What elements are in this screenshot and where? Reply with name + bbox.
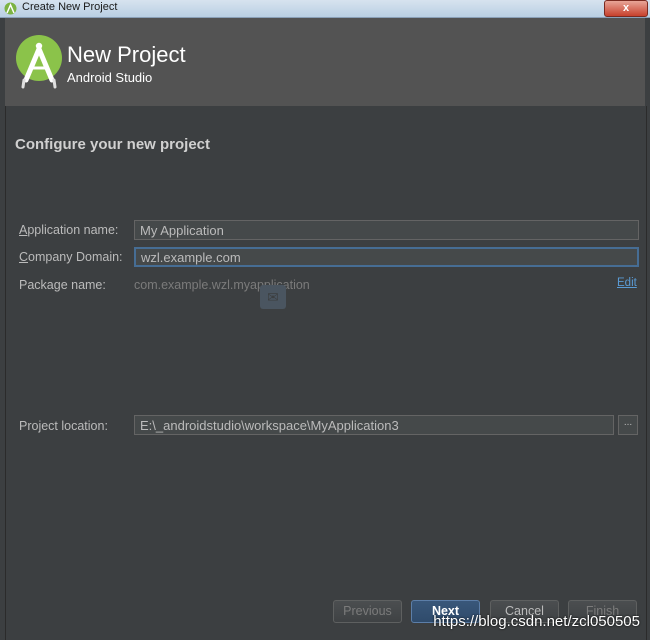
package-name-label: Package name: bbox=[19, 278, 106, 292]
android-studio-icon bbox=[4, 2, 17, 15]
company-domain-input[interactable]: wzl.example.com bbox=[134, 247, 639, 267]
project-location-input[interactable]: E:\_androidstudio\workspace\MyApplicatio… bbox=[134, 415, 614, 435]
edit-package-link[interactable]: Edit bbox=[617, 277, 637, 289]
application-name-label: Application name: bbox=[19, 223, 118, 237]
new-project-dialog: Create New Project x New Project Android… bbox=[0, 0, 650, 640]
project-location-label: Project location: bbox=[19, 419, 108, 433]
company-domain-label: Company Domain: bbox=[19, 250, 123, 264]
company-domain-label-text: ompany Domain: bbox=[28, 250, 123, 264]
previous-button[interactable]: Previous bbox=[333, 600, 402, 623]
header-title: New Project bbox=[67, 42, 186, 67]
android-studio-logo-icon bbox=[16, 35, 62, 89]
window-title: Create New Project bbox=[22, 1, 118, 13]
close-button[interactable]: x bbox=[604, 0, 648, 17]
title-bar: Create New Project x bbox=[0, 0, 650, 18]
watermark-url: https://blog.csdn.net/zcl050505 bbox=[433, 613, 640, 630]
dialog-header: New Project Android Studio bbox=[5, 18, 645, 106]
configure-panel: Configure your new project Application n… bbox=[5, 106, 647, 640]
browse-location-button[interactable]: ... bbox=[618, 415, 638, 435]
application-name-label-text: pplication name: bbox=[27, 223, 119, 237]
section-title: Configure your new project bbox=[15, 136, 211, 153]
header-subtitle: Android Studio bbox=[67, 70, 153, 85]
watermark-icon: ✉ bbox=[260, 285, 286, 309]
mnemonic-c: C bbox=[19, 250, 29, 264]
application-name-input[interactable]: My Application bbox=[134, 220, 639, 240]
